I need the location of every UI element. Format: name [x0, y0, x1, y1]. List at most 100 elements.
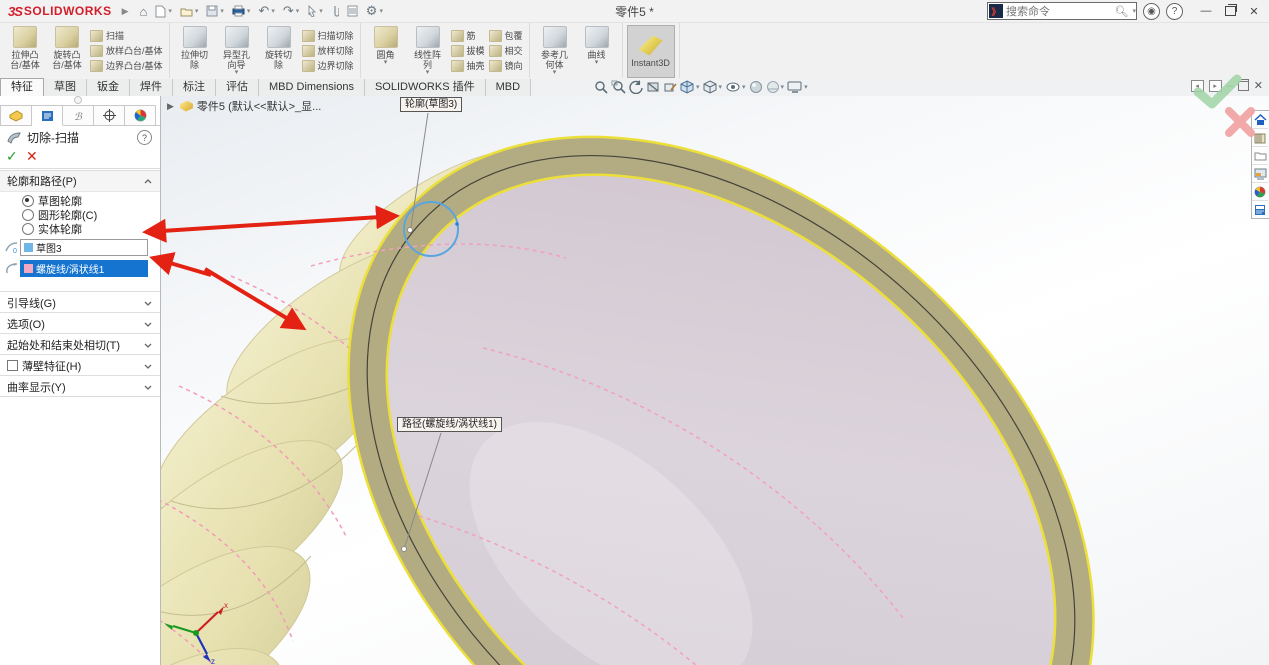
brand-expand-arrow-icon[interactable]: ▶: [122, 6, 129, 17]
tab-weldments[interactable]: 焊件: [130, 79, 173, 96]
swept-boss-button[interactable]: 扫描: [90, 28, 163, 43]
search-magnifier-icon[interactable]: 🔍︎: [1115, 5, 1129, 18]
view-palette-icon[interactable]: [1252, 165, 1268, 183]
zoom-fit-icon[interactable]: [594, 80, 608, 94]
new-document-icon[interactable]: ▾: [152, 2, 175, 20]
feature-tree-flyout[interactable]: ▶ 零件5 (默认<<默认>_显...: [167, 98, 321, 114]
display-manager-tab[interactable]: [125, 105, 156, 126]
edit-appearance-icon[interactable]: [749, 80, 763, 94]
extruded-boss-button[interactable]: 拉伸凸 台/基体: [4, 26, 46, 70]
solidworks-resources-icon[interactable]: [1252, 111, 1268, 129]
close-button[interactable]: ✕: [1243, 3, 1265, 19]
tab-annotation[interactable]: 标注: [173, 79, 216, 96]
file-explorer-icon[interactable]: [1252, 147, 1268, 165]
design-library-icon[interactable]: [1252, 129, 1268, 147]
intersect-button[interactable]: 相交: [489, 43, 523, 58]
radio-solid-profile[interactable]: 实体轮廓: [22, 222, 82, 235]
swept-cut-face-ring[interactable]: [208, 96, 1234, 665]
boundary-cut-button[interactable]: 边界切除: [302, 58, 354, 73]
pm-ok-button[interactable]: ✓: [6, 148, 18, 165]
view-orientation-icon[interactable]: ▾: [680, 80, 700, 94]
split-pane-right-icon[interactable]: ▸: [1209, 80, 1222, 92]
appearances-icon[interactable]: [1252, 183, 1268, 201]
instant3d-toggle[interactable]: Instant3D: [627, 25, 675, 78]
pm-help-icon[interactable]: ?: [137, 130, 152, 145]
path-callout[interactable]: 路径(螺旋线/涡状线1): [397, 417, 502, 432]
maximize-button[interactable]: [1219, 3, 1241, 19]
dynamic-annotation-icon[interactable]: [663, 80, 677, 94]
hole-wizard-button[interactable]: 异型孔 向导▾: [216, 26, 258, 76]
undo-icon[interactable]: ↶▾: [255, 2, 277, 20]
configuration-manager-tab[interactable]: ℬ: [63, 105, 94, 126]
3d-model[interactable]: x z: [161, 96, 1269, 665]
draft-button[interactable]: 拔模: [451, 43, 485, 58]
pm-cancel-button[interactable]: ✕: [26, 148, 38, 165]
tab-features[interactable]: 特征: [0, 78, 44, 96]
profile-callout[interactable]: 轮廓(草图3): [400, 97, 462, 112]
graphics-area[interactable]: x z ▶ 零件5 (默认<<默认>_显... 轮廓(草图3) 路径(螺旋线/涡…: [161, 96, 1269, 665]
reference-geometry-button[interactable]: 参考几 何体▾: [534, 26, 576, 76]
apply-scene-icon[interactable]: ▾: [766, 80, 785, 94]
help-icon[interactable]: ?: [1166, 3, 1183, 20]
revolved-boss-button[interactable]: 旋转凸 台/基体: [46, 26, 88, 70]
tab-sheet-metal[interactable]: 钣金: [87, 79, 130, 96]
radio-sketch-profile[interactable]: 草图轮廓: [22, 194, 82, 207]
doc-close-icon[interactable]: ✕: [1254, 79, 1263, 92]
dimxpert-manager-tab[interactable]: [94, 105, 125, 126]
print-icon[interactable]: ▾: [229, 2, 254, 20]
tab-sketch[interactable]: 草图: [44, 79, 87, 96]
doc-minimize-icon[interactable]: –: [1227, 80, 1233, 92]
guide-curves-group[interactable]: 引导线(G): [0, 291, 160, 313]
profile-path-group-header[interactable]: 轮廓和路径(P): [0, 170, 160, 192]
property-manager-tab[interactable]: [32, 105, 63, 126]
rib-button[interactable]: 筋: [451, 28, 485, 43]
profile-field[interactable]: 草图3: [20, 239, 148, 256]
previous-view-icon[interactable]: [629, 80, 643, 94]
home-icon[interactable]: ⌂: [137, 2, 151, 20]
shell-button[interactable]: 抽壳: [451, 58, 485, 73]
swept-cut-button[interactable]: 扫描切除: [302, 28, 354, 43]
tab-mbd-dimensions[interactable]: MBD Dimensions: [259, 79, 365, 96]
minimize-button[interactable]: —: [1195, 3, 1217, 19]
redo-icon[interactable]: ↷▾: [280, 2, 302, 20]
panel-resize-handle[interactable]: [74, 96, 82, 104]
tab-evaluate[interactable]: 评估: [216, 79, 259, 96]
tree-expand-icon[interactable]: ▶: [167, 101, 174, 112]
fillet-button[interactable]: 圆角▾: [365, 26, 407, 66]
curves-button[interactable]: 曲线▾: [576, 26, 618, 66]
account-icon[interactable]: ◉: [1143, 3, 1160, 20]
options-gear-icon[interactable]: ⚙▾: [363, 2, 386, 20]
hide-show-items-icon[interactable]: ▾: [725, 80, 746, 94]
custom-properties-icon[interactable]: [1252, 201, 1268, 218]
open-icon[interactable]: ▾: [177, 2, 202, 20]
start-end-tangency-group[interactable]: 起始处和结束处相切(T): [0, 333, 160, 355]
tab-solidworks-addins[interactable]: SOLIDWORKS 插件: [365, 79, 486, 96]
search-commands-box[interactable]: 》 搜索命令 🔍︎ ▾: [987, 2, 1137, 20]
view-settings-icon[interactable]: ▾: [787, 80, 808, 94]
section-view-icon[interactable]: [646, 80, 660, 94]
thin-feature-checkbox[interactable]: [7, 360, 18, 371]
display-style-icon[interactable]: ▾: [703, 80, 723, 94]
linear-pattern-button[interactable]: 线性阵 列▾: [407, 26, 449, 76]
options-group[interactable]: 选项(O): [0, 312, 160, 334]
extruded-cut-button[interactable]: 拉伸切 除: [174, 26, 216, 70]
lofted-boss-button[interactable]: 放样凸台/基体: [90, 43, 163, 58]
attach-icon[interactable]: [328, 2, 342, 20]
tab-mbd[interactable]: MBD: [486, 79, 531, 96]
lofted-cut-button[interactable]: 放样切除: [302, 43, 354, 58]
path-field[interactable]: 螺旋线/涡状线1: [20, 260, 148, 277]
zoom-area-icon[interactable]: [611, 80, 626, 94]
feature-tree-tab[interactable]: [0, 105, 32, 126]
curvature-display-group[interactable]: 曲率显示(Y): [0, 375, 160, 397]
search-caret-icon[interactable]: ▾: [1132, 7, 1136, 15]
thin-feature-group[interactable]: 薄壁特征(H): [0, 354, 160, 376]
mirror-button[interactable]: 镜向: [489, 58, 523, 73]
feature-statistics-icon[interactable]: [344, 2, 361, 20]
doc-restore-icon[interactable]: [1238, 81, 1249, 91]
revolved-cut-button[interactable]: 旋转切 除: [258, 26, 300, 70]
wrap-button[interactable]: 包覆: [489, 28, 523, 43]
radio-circular-profile[interactable]: 圆形轮廓(C): [22, 208, 97, 221]
select-icon[interactable]: ▾: [304, 2, 326, 20]
save-icon[interactable]: ▾: [203, 2, 227, 20]
split-pane-left-icon[interactable]: ◂: [1191, 80, 1204, 92]
